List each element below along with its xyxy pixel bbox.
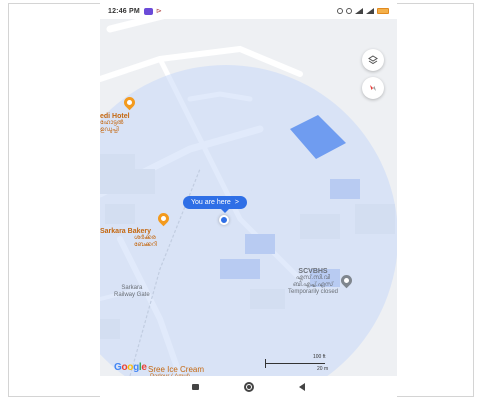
scvbhs-sub1: എസ്.സി.വി	[295, 275, 331, 281]
map-canvas[interactable]	[100, 19, 397, 376]
building	[220, 259, 260, 279]
scale-bar-bottom	[265, 364, 345, 368]
chevron-right-icon: >	[234, 199, 239, 206]
status-icons	[337, 8, 389, 14]
bakery-label[interactable]: Sarkara Bakery ശർക്കര ബേക്കറി	[100, 228, 157, 249]
home-button[interactable]	[243, 382, 254, 392]
signal-icon	[355, 8, 363, 14]
layers-icon	[368, 55, 378, 65]
google-letter: e	[141, 362, 147, 373]
location-icon	[337, 8, 343, 14]
hotel-name: edi Hotel	[100, 113, 130, 120]
scvbhs-name: SCVBHS	[298, 268, 328, 275]
compass-button[interactable]	[362, 77, 384, 99]
back-button[interactable]	[298, 383, 305, 391]
layers-button[interactable]	[362, 49, 384, 71]
building	[245, 234, 275, 254]
you-are-here-bubble[interactable]: You are here >	[183, 196, 247, 213]
status-bar: 12:46 PM ⊳	[100, 3, 397, 19]
you-are-here-label: You are here	[191, 199, 231, 206]
railway-line2: Railway Gate	[114, 292, 150, 298]
google-logo: Google	[114, 362, 147, 373]
railway-gate-label[interactable]: Sarkara Railway Gate	[114, 285, 150, 299]
scale-bottom-label: 20 m	[317, 366, 329, 372]
compass-icon	[370, 85, 376, 91]
current-location-dot	[219, 215, 229, 225]
nav-bar	[100, 376, 397, 398]
railway-line1: Sarkara	[121, 285, 143, 291]
recents-button[interactable]	[192, 384, 200, 390]
hotel-label[interactable]: edi Hotel ഹോട്ടൽ ഉഡുപ്പി	[100, 113, 130, 134]
hotel-sub2: ഉഡുപ്പി	[100, 127, 119, 133]
bakery-sub2: ബേക്കറി	[134, 242, 157, 248]
notification-badge-icon	[143, 7, 153, 15]
bakery-name: Sarkara Bakery	[100, 228, 151, 235]
building	[330, 179, 360, 199]
battery-icon	[377, 8, 389, 14]
ice-cream-place-label[interactable]: Sree Ice Cream	[148, 365, 204, 374]
scvbhs-sub2: ബി.എച്ച്.എസ്	[292, 282, 334, 288]
map-scale: 100 ft 20 m	[265, 351, 360, 372]
bakery-sub1: ശർക്കര	[134, 235, 156, 241]
scvbhs-label[interactable]: SCVBHS എസ്.സി.വി ബി.എച്ച്.എസ് Temporaril…	[288, 268, 338, 296]
notification-extra-icon: ⊳	[155, 8, 162, 15]
alarm-icon	[346, 8, 352, 14]
status-time: 12:46 PM	[108, 7, 140, 15]
hotel-sub1: ഹോട്ടൽ	[100, 120, 124, 126]
signal-icon	[366, 8, 374, 14]
phone-screen: 12:46 PM ⊳ edi Hotel ഹോട്ടൽ ഉഡുപ്പി Sark…	[100, 3, 397, 398]
scvbhs-status: Temporarily closed	[288, 289, 339, 295]
